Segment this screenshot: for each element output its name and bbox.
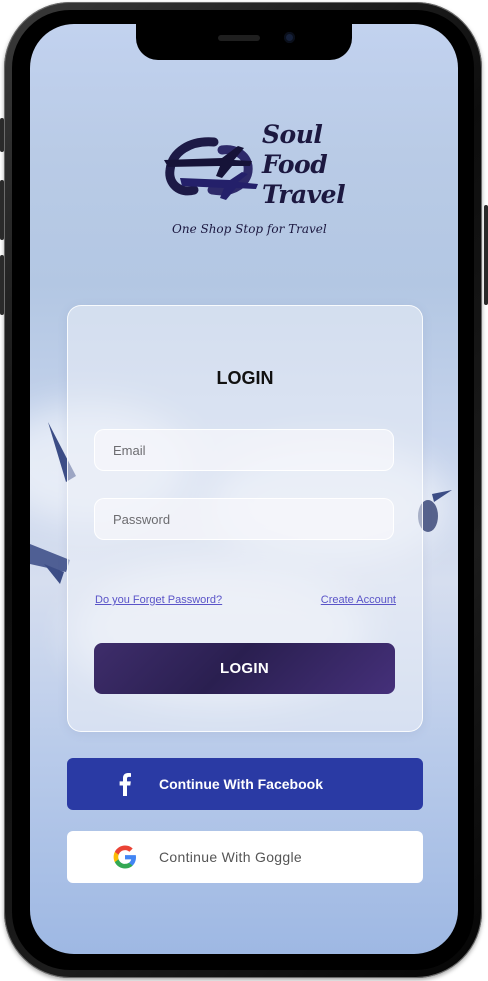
password-input[interactable] bbox=[94, 498, 394, 540]
login-title: LOGIN bbox=[216, 368, 274, 388]
power-button bbox=[484, 205, 488, 305]
mute-switch bbox=[0, 118, 4, 152]
facebook-icon bbox=[105, 772, 145, 796]
brand-name-line-3: Travel bbox=[262, 180, 346, 209]
facebook-login-button[interactable]: Continue With Facebook bbox=[67, 758, 423, 810]
email-input[interactable] bbox=[94, 429, 394, 471]
phone-notch bbox=[136, 22, 352, 60]
volume-down-button bbox=[0, 255, 4, 315]
google-icon bbox=[105, 845, 145, 869]
google-login-button[interactable]: Continue With Goggle bbox=[67, 831, 423, 883]
front-camera bbox=[284, 32, 295, 43]
brand-name-line-2: Food bbox=[262, 150, 328, 179]
earpiece-speaker bbox=[218, 35, 260, 41]
login-button[interactable]: LOGIN bbox=[94, 643, 395, 694]
forgot-password-link[interactable]: Do you Forget Password? bbox=[95, 594, 222, 606]
google-login-label: Continue With Goggle bbox=[159, 849, 302, 865]
volume-up-button bbox=[0, 180, 4, 240]
brand-tagline: One Shop Stop for Travel bbox=[172, 222, 327, 236]
login-card: LOGIN Do you Forget Password? Create Acc… bbox=[67, 305, 423, 732]
facebook-login-label: Continue With Facebook bbox=[159, 776, 323, 792]
create-account-link[interactable]: Create Account bbox=[321, 594, 396, 606]
brand-name-line-1: Soul bbox=[262, 120, 323, 149]
app-screen: Soul Food Travel One Shop Stop for Trave… bbox=[30, 24, 458, 954]
